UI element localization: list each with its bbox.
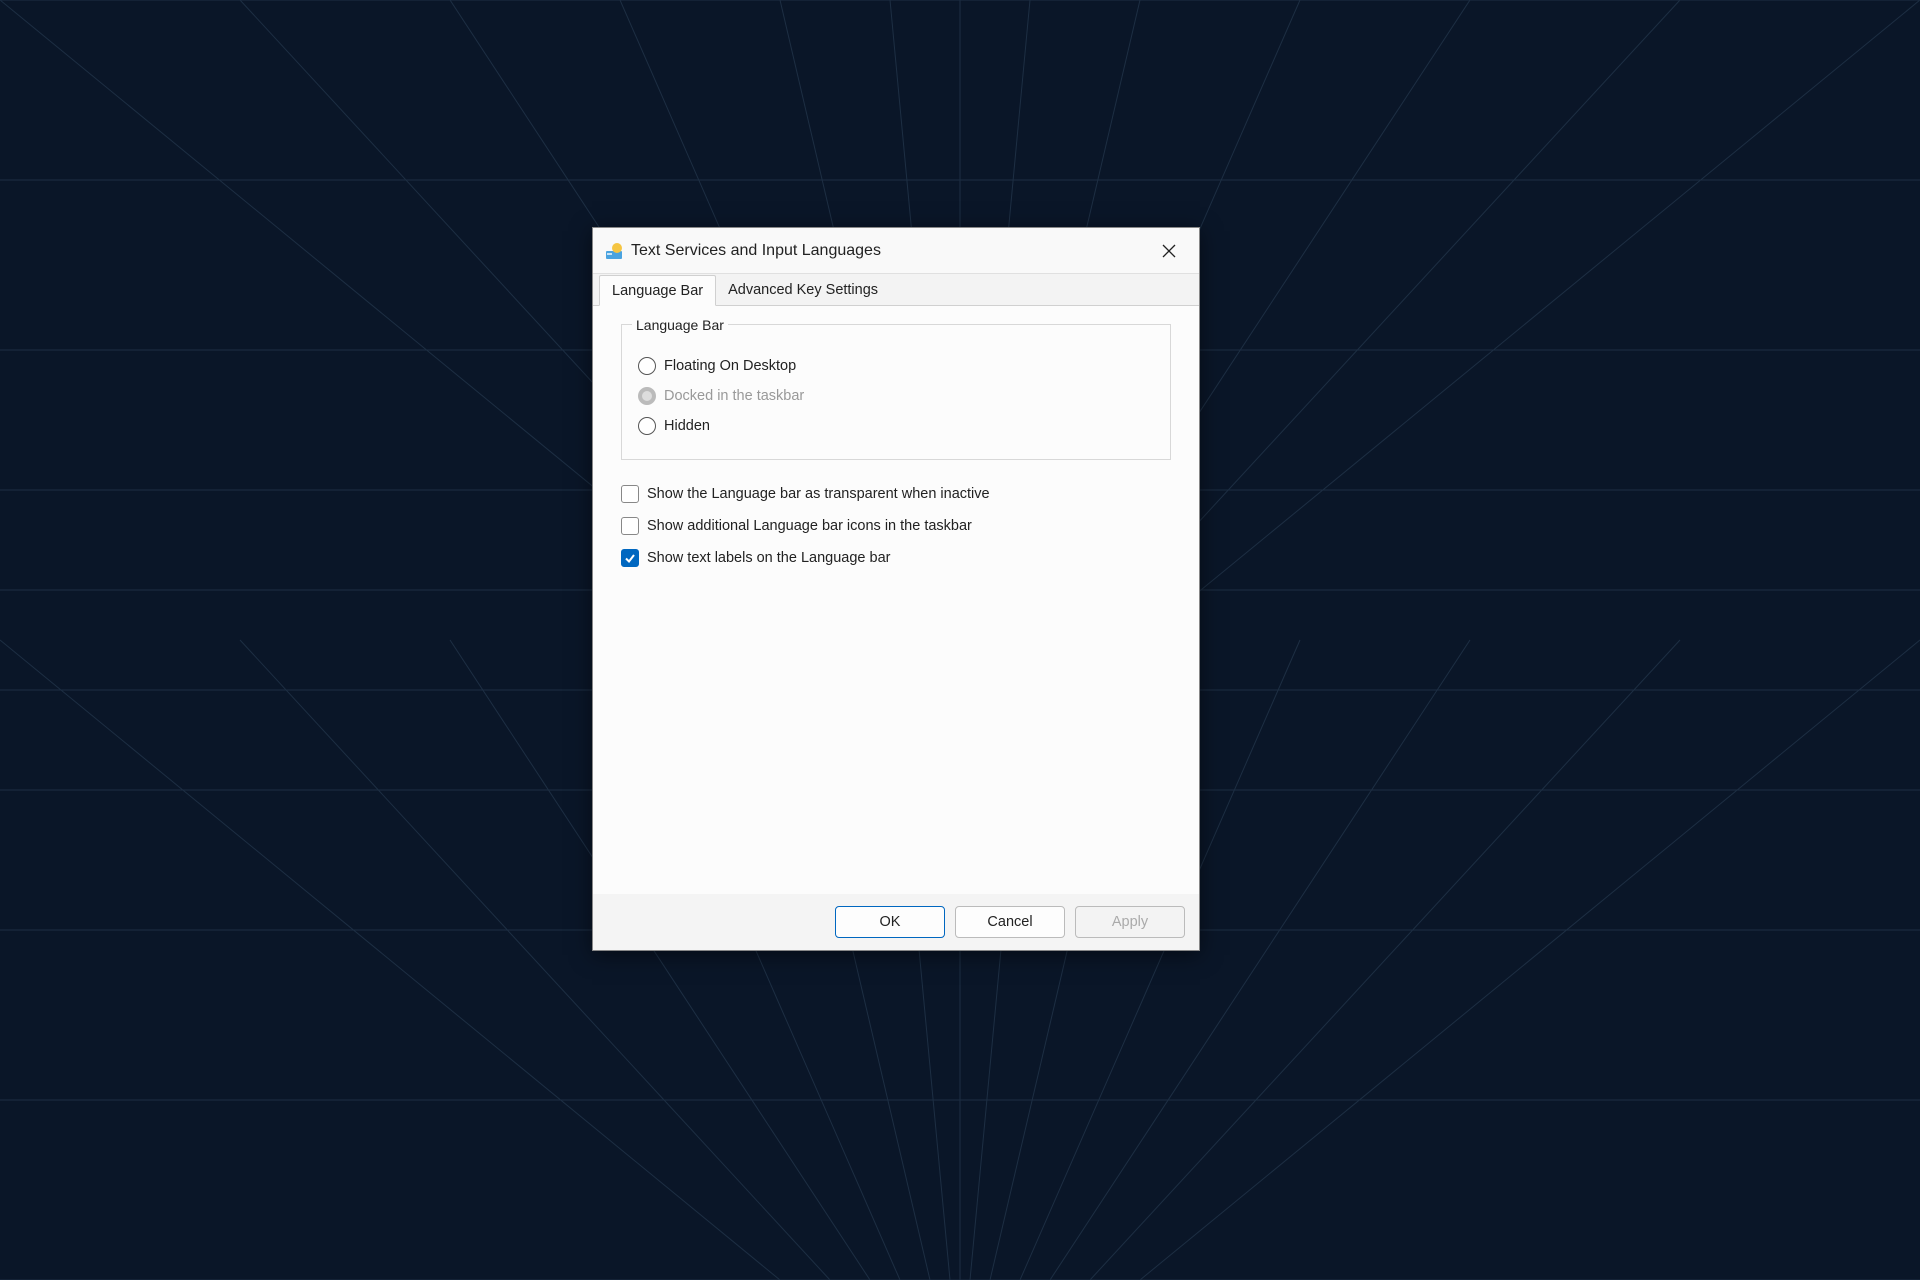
text-services-dialog: Text Services and Input Languages Langua… <box>592 227 1200 951</box>
radio-docked-in-taskbar: Docked in the taskbar <box>632 381 1160 411</box>
tabs: Language Bar Advanced Key Settings <box>593 274 1199 306</box>
tab-advanced-key-settings[interactable]: Advanced Key Settings <box>716 275 890 306</box>
cancel-button[interactable]: Cancel <box>955 906 1065 938</box>
close-icon <box>1162 244 1176 258</box>
radio-floating-on-desktop[interactable]: Floating On Desktop <box>632 351 1160 381</box>
tab-content: Language Bar Floating On Desktop Docked … <box>593 306 1199 894</box>
checkbox-label: Show text labels on the Language bar <box>647 550 890 566</box>
checkbox-label: Show additional Language bar icons in th… <box>647 518 972 534</box>
checkbox-icon <box>621 549 639 567</box>
radio-label: Floating On Desktop <box>664 358 796 374</box>
tab-language-bar[interactable]: Language Bar <box>599 275 716 306</box>
titlebar: Text Services and Input Languages <box>593 228 1199 274</box>
ok-button[interactable]: OK <box>835 906 945 938</box>
checkbox-label: Show the Language bar as transparent whe… <box>647 486 990 502</box>
language-bar-groupbox: Language Bar Floating On Desktop Docked … <box>621 324 1171 460</box>
radio-label: Hidden <box>664 418 710 434</box>
radio-icon <box>638 387 656 405</box>
checkbox-icon <box>621 485 639 503</box>
dialog-title: Text Services and Input Languages <box>631 242 1149 260</box>
checkbox-additional-icons-taskbar[interactable]: Show additional Language bar icons in th… <box>621 510 1171 542</box>
radio-icon <box>638 357 656 375</box>
close-button[interactable] <box>1149 231 1189 271</box>
dialog-footer: OK Cancel Apply <box>593 894 1199 950</box>
checkbox-icon <box>621 517 639 535</box>
check-icon <box>624 552 636 564</box>
checkbox-show-text-labels[interactable]: Show text labels on the Language bar <box>621 542 1171 574</box>
groupbox-legend: Language Bar <box>632 317 728 333</box>
apply-button: Apply <box>1075 906 1185 938</box>
app-icon <box>605 242 623 260</box>
radio-hidden[interactable]: Hidden <box>632 411 1160 441</box>
checkbox-transparent-when-inactive[interactable]: Show the Language bar as transparent whe… <box>621 478 1171 510</box>
radio-icon <box>638 417 656 435</box>
radio-label: Docked in the taskbar <box>664 388 804 404</box>
